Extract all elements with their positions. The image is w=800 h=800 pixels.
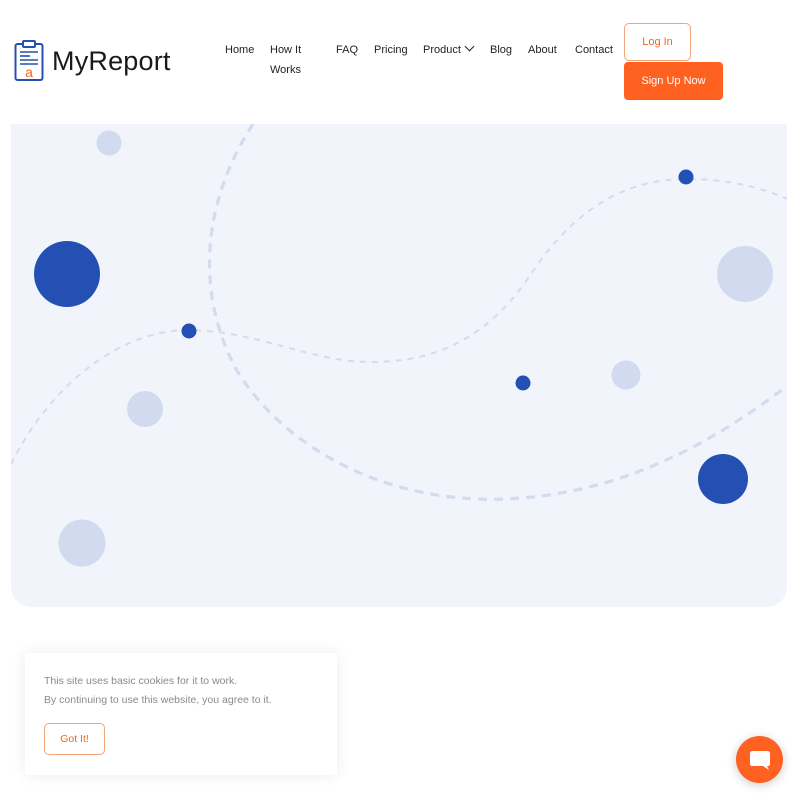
nav-how-it-works-line2: Works [270,64,301,76]
nav-blog[interactable]: Blog [490,44,512,56]
light-dot [96,130,122,156]
signup-button[interactable]: Sign Up Now [624,62,723,100]
cookie-text-line2: By continuing to use this website, you a… [44,694,272,706]
nav-product[interactable]: Product [423,41,475,56]
decorative-background [11,124,787,567]
clipboard-icon: a [14,40,44,81]
light-dot [58,519,106,567]
dashed-curve-large [208,124,787,501]
cookie-accept-button[interactable]: Got It! [44,723,105,755]
cookie-text-line1: This site uses basic cookies for it to w… [44,675,238,687]
blue-dot [698,454,748,504]
chevron-down-icon [464,41,475,52]
nav-pricing[interactable]: Pricing [374,44,408,56]
cookie-banner: This site uses basic cookies for it to w… [25,653,337,775]
site-header: a MyReport Home How It Works FAQ Pricing… [0,0,800,120]
blue-dot [181,323,197,339]
nav-about[interactable]: About [528,44,557,56]
brand-name: MyReport [52,45,171,76]
login-button[interactable]: Log In [624,23,691,61]
light-dot [611,360,641,390]
logo-letter: a [25,64,33,80]
chat-bubble-icon [749,750,770,770]
chat-launcher-button[interactable] [736,736,783,783]
nav-how-it-works[interactable]: How It Works [270,40,301,80]
nav-contact[interactable]: Contact [575,44,613,56]
dashed-curve-left [11,177,787,465]
nav-faq[interactable]: FAQ [336,44,358,56]
nav-how-it-works-line1: How It [270,44,302,56]
blue-dot [515,375,531,391]
blue-dot [678,169,694,185]
nav-product-label: Product [423,44,461,56]
blue-dot [34,241,100,307]
hero-illustration [11,124,787,607]
nav-home[interactable]: Home [225,44,254,56]
light-dot [717,246,773,302]
brand-logo[interactable]: a MyReport [14,40,171,82]
light-dot [127,391,163,427]
